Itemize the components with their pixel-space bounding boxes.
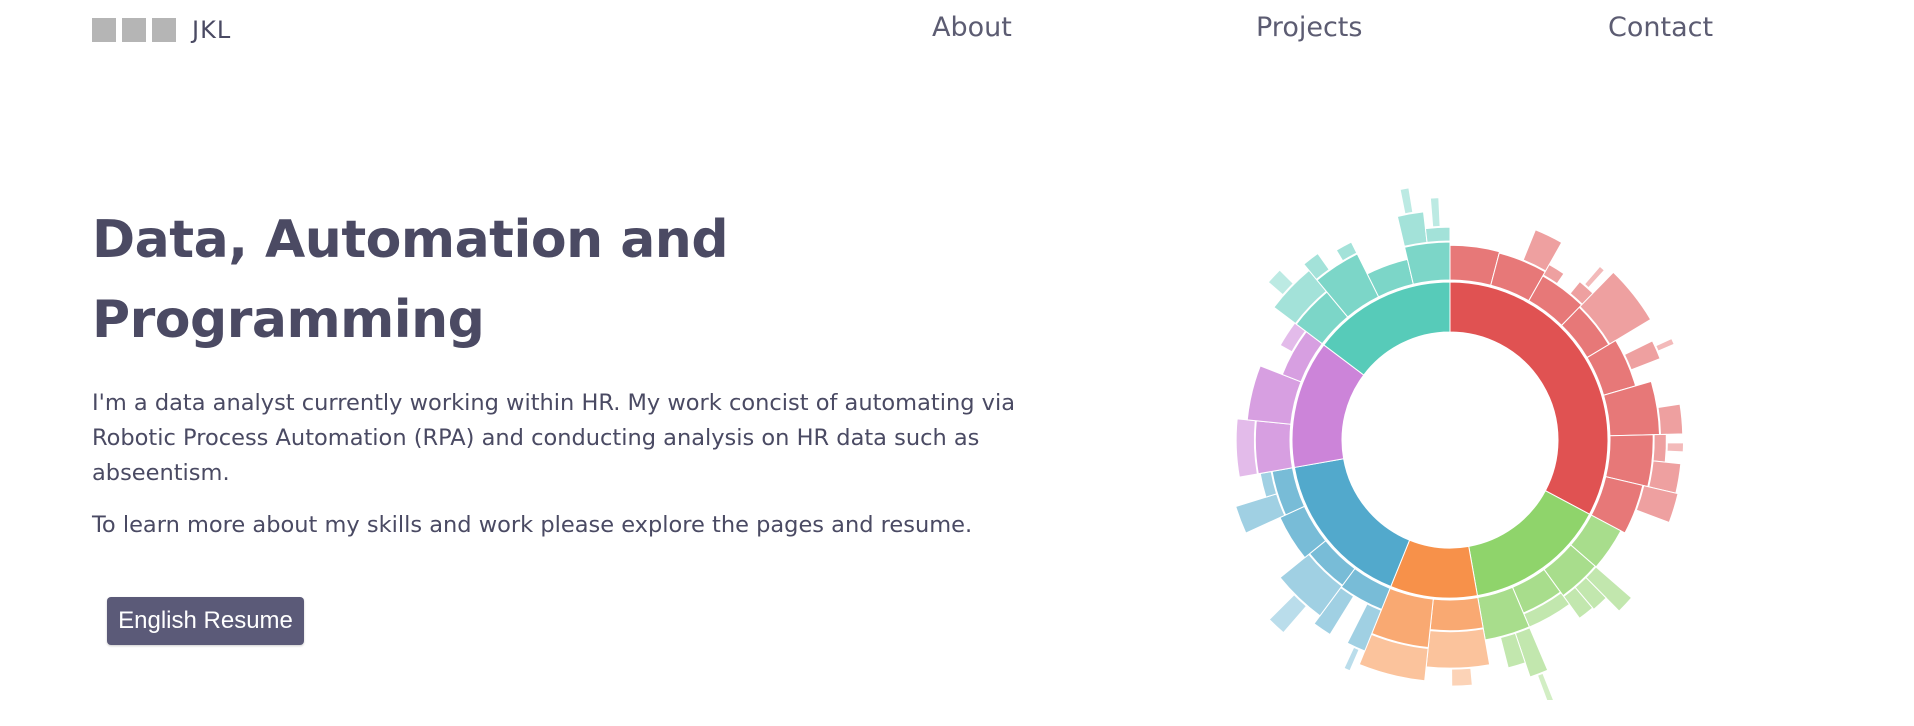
explore-paragraph: To learn more about my skills and work p…	[92, 512, 973, 538]
top-nav: JKL About Projects Contact	[0, 0, 1914, 56]
sunburst-ring4-teal	[1429, 197, 1441, 228]
intro-paragraph: I'm a data analyst currently working wit…	[92, 390, 1015, 486]
hero-title-line1: Data, Automation and	[92, 210, 729, 270]
sunburst-ring2-purple	[1254, 420, 1294, 475]
sunburst-ring3-teal	[1396, 211, 1428, 247]
sunburst-ring2-orange	[1429, 596, 1484, 632]
sunburst-ring4-red	[1655, 337, 1675, 352]
sunburst-ring3-orange	[1425, 628, 1491, 669]
logo-square-icon	[122, 18, 146, 42]
sunburst-chart	[1235, 187, 1685, 700]
sunburst-ring4-red	[1666, 442, 1685, 453]
logo-square-icon	[152, 18, 176, 42]
nav-about-link[interactable]: About	[932, 12, 1012, 43]
sunburst-ring3-blue	[1235, 493, 1286, 534]
sunburst-ring2-teal	[1404, 241, 1451, 285]
sunburst-ring3-red	[1623, 340, 1661, 371]
sunburst-ring3-red	[1657, 403, 1684, 436]
sunburst-ring4-teal	[1399, 187, 1414, 215]
sunburst-ring3-purple	[1235, 418, 1258, 478]
sunburst-ring4-orange	[1451, 667, 1473, 687]
sunburst-ring3-teal	[1424, 226, 1451, 243]
brand-name: JKL	[192, 16, 232, 44]
logo[interactable]: JKL	[92, 16, 231, 44]
sunburst-ring4-blue	[1343, 646, 1360, 672]
nav-contact-link[interactable]: Contact	[1608, 12, 1713, 43]
english-resume-button[interactable]: English Resume	[107, 597, 304, 645]
nav-projects-link[interactable]: Projects	[1256, 12, 1362, 43]
logo-square-icon	[92, 18, 116, 42]
hero-title-line2: Programming	[92, 290, 485, 350]
sunburst-ring3-red	[1652, 433, 1667, 463]
sunburst-ring4-green	[1536, 672, 1555, 700]
hero-title: Data, Automation and Programming	[92, 200, 792, 360]
